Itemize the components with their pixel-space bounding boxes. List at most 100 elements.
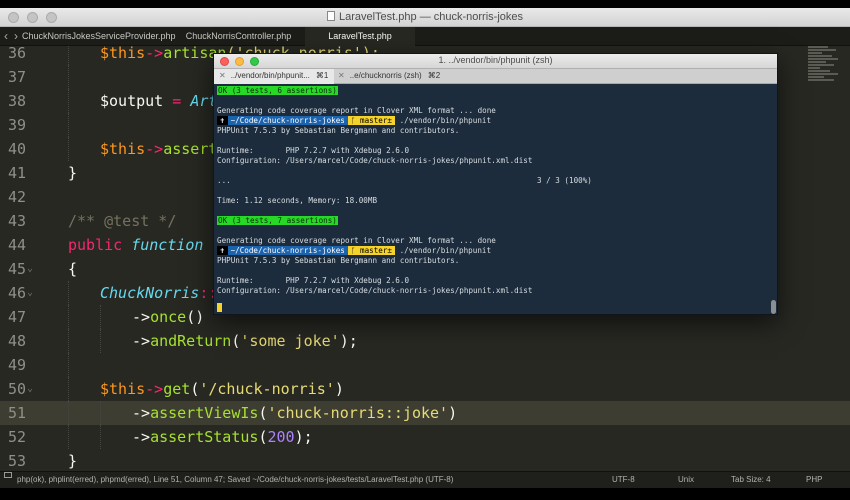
- code-text: $output = Arti: [100, 89, 226, 113]
- terminal-titlebar[interactable]: 1. ../vendor/bin/phpunit (zsh): [214, 54, 777, 69]
- minimap[interactable]: [808, 46, 842, 116]
- code-line: 50 ⌄ $this->get('/chuck-norris'): [0, 377, 850, 401]
- status-bar: php(ok), phplint(erred), phpmd(erred), L…: [0, 471, 850, 488]
- line-number: 51: [7, 404, 26, 422]
- terminal-output[interactable]: OK (3 tests, 6 assertions) Generating co…: [217, 85, 767, 313]
- minimap-line: [808, 49, 836, 51]
- prompt-branch: ᚴ master±: [347, 116, 396, 125]
- code-text: $this->get('/chuck-norris'): [100, 377, 344, 401]
- minimap-line: [808, 46, 828, 48]
- indent-guide: [100, 401, 101, 425]
- prompt-icon: ✝: [217, 246, 228, 255]
- token: (: [190, 380, 200, 398]
- indent-guide: [68, 425, 69, 449]
- line-number: 38: [7, 92, 26, 110]
- nav-forward-icon[interactable]: ›: [14, 29, 18, 43]
- status-encoding[interactable]: UTF-8: [612, 472, 635, 488]
- terminal-line: Generating code coverage report in Clove…: [217, 106, 496, 115]
- status-syntax[interactable]: PHP: [806, 472, 822, 488]
- terminal-tab-2[interactable]: ✕ ..e/chucknorris (zsh) ⌘2: [334, 69, 444, 84]
- minimap-line: [808, 67, 820, 69]
- minimap-line: [808, 70, 830, 72]
- terminal-line: Configuration: /Users/marcel/Code/chuck-…: [217, 156, 533, 165]
- prompt-icon: ✝: [217, 116, 228, 125]
- fold-chevron-icon[interactable]: ⌄: [27, 257, 33, 281]
- line-number: 43: [7, 212, 26, 230]
- prompt-command: ./vendor/bin/phpunit: [399, 116, 492, 125]
- token: 'some joke': [240, 332, 340, 350]
- token: assertViewIs: [150, 404, 259, 422]
- terminal-line: Time: 1.12 seconds, Memory: 18.00MB: [217, 196, 378, 205]
- minimap-line: [808, 64, 834, 66]
- token: once: [150, 308, 187, 326]
- terminal-line: Runtime: PHP 7.2.7 with Xdebug 2.6.0: [217, 276, 410, 285]
- token: ->: [132, 404, 151, 422]
- code-comment: /** @test */: [68, 212, 177, 230]
- terminal-tab-bar: ✕ ../vendor/bin/phpunit... ⌘1 ✕ ..e/chuckno…: [214, 69, 777, 84]
- status-line-endings[interactable]: Unix: [678, 472, 694, 488]
- token: public: [68, 236, 123, 254]
- close-tab-icon[interactable]: ✕: [338, 71, 345, 80]
- indent-guide: [68, 281, 69, 305]
- token: function: [131, 236, 204, 254]
- prompt-path: ~/Code/chuck-norris-jokes: [227, 116, 348, 125]
- terminal-tab-shortcut: ⌘1: [315, 71, 329, 80]
- line-number: 42: [7, 188, 26, 206]
- terminal-tab-1[interactable]: ✕ ../vendor/bin/phpunit... ⌘1: [214, 69, 334, 84]
- token: get: [163, 380, 191, 398]
- code-line: 53 }: [0, 449, 850, 471]
- terminal-progress: 3 / 3 (100%): [537, 176, 592, 185]
- line-number: 49: [7, 356, 26, 374]
- tab-bar: ‹ › ChuckNorrisJokesServiceProvider.php …: [0, 27, 850, 46]
- terminal-line: Generating code coverage report in Clove…: [217, 236, 496, 245]
- terminal-cursor-line: [217, 303, 222, 313]
- code-line: 52 ->assertStatus(200);: [0, 425, 850, 449]
- code-text: }: [68, 164, 78, 182]
- token: ): [334, 380, 344, 398]
- indent-guide: [100, 329, 101, 353]
- tab-controller[interactable]: ChuckNorrisController.php: [172, 27, 305, 46]
- close-tab-icon[interactable]: ✕: [219, 71, 226, 80]
- token: ->: [132, 428, 151, 446]
- terminal-line: PHPUnit 7.5.3 by Sebastian Bergmann and …: [217, 256, 460, 265]
- minimap-line: [808, 55, 832, 57]
- line-number: 39: [7, 116, 26, 134]
- nav-back-icon[interactable]: ‹: [4, 29, 8, 43]
- minimap-line: [808, 52, 822, 54]
- minimap-line: [808, 73, 838, 75]
- terminal-window[interactable]: 1. ../vendor/bin/phpunit (zsh) ✕ ../vendo…: [213, 53, 778, 315]
- token: ): [448, 404, 458, 422]
- terminal-tab-label: ../vendor/bin/phpunit...: [230, 71, 310, 80]
- tab-laravel-test[interactable]: LaravelTest.php: [305, 27, 415, 46]
- token: ->: [132, 332, 151, 350]
- token: 'chuck-norris::joke': [267, 404, 449, 422]
- minimap-line: [808, 76, 824, 78]
- terminal-line: PHPUnit 7.5.3 by Sebastian Bergmann and …: [217, 126, 460, 135]
- status-tab-size[interactable]: Tab Size: 4: [731, 472, 771, 488]
- code-line: 48 ->andReturn('some joke');: [0, 329, 850, 353]
- terminal-line: Runtime: PHP 7.2.7 with Xdebug 2.6.0: [217, 146, 410, 155]
- tab-service-provider[interactable]: ChuckNorrisJokesServiceProvider.php: [22, 27, 176, 46]
- fold-chevron-icon[interactable]: ⌄: [27, 377, 33, 401]
- token: =: [172, 92, 182, 110]
- indent-guide: [100, 305, 101, 329]
- editor-titlebar[interactable]: LaravelTest.php — chuck-norris-jokes: [0, 8, 850, 27]
- code-line-current: 51 ->assertViewIs('chuck-norris::joke'): [0, 401, 850, 425]
- token: ->: [145, 140, 164, 158]
- code-text: ->assertViewIs('chuck-norris::joke'): [132, 401, 457, 425]
- terminal-prompt: ✝ ~/Code/chuck-norris-jokes ᚴ master± ./ve…: [217, 116, 491, 126]
- token: (): [186, 308, 205, 326]
- tab-label: ChuckNorrisJokesServiceProvider.php: [22, 31, 176, 41]
- fold-chevron-icon[interactable]: ⌄: [27, 281, 33, 305]
- token: ChuckNorris: [100, 284, 200, 302]
- token: );: [294, 428, 313, 446]
- indent-guide: [68, 353, 69, 377]
- line-number: 48: [7, 332, 26, 350]
- letterbox-top: [0, 0, 850, 8]
- token: );: [339, 332, 358, 350]
- indent-guide: [100, 425, 101, 449]
- indent-guide: [68, 89, 69, 113]
- terminal-scrollbar[interactable]: [771, 300, 776, 314]
- terminal-cursor: [217, 303, 222, 312]
- code-line: 49: [0, 353, 850, 377]
